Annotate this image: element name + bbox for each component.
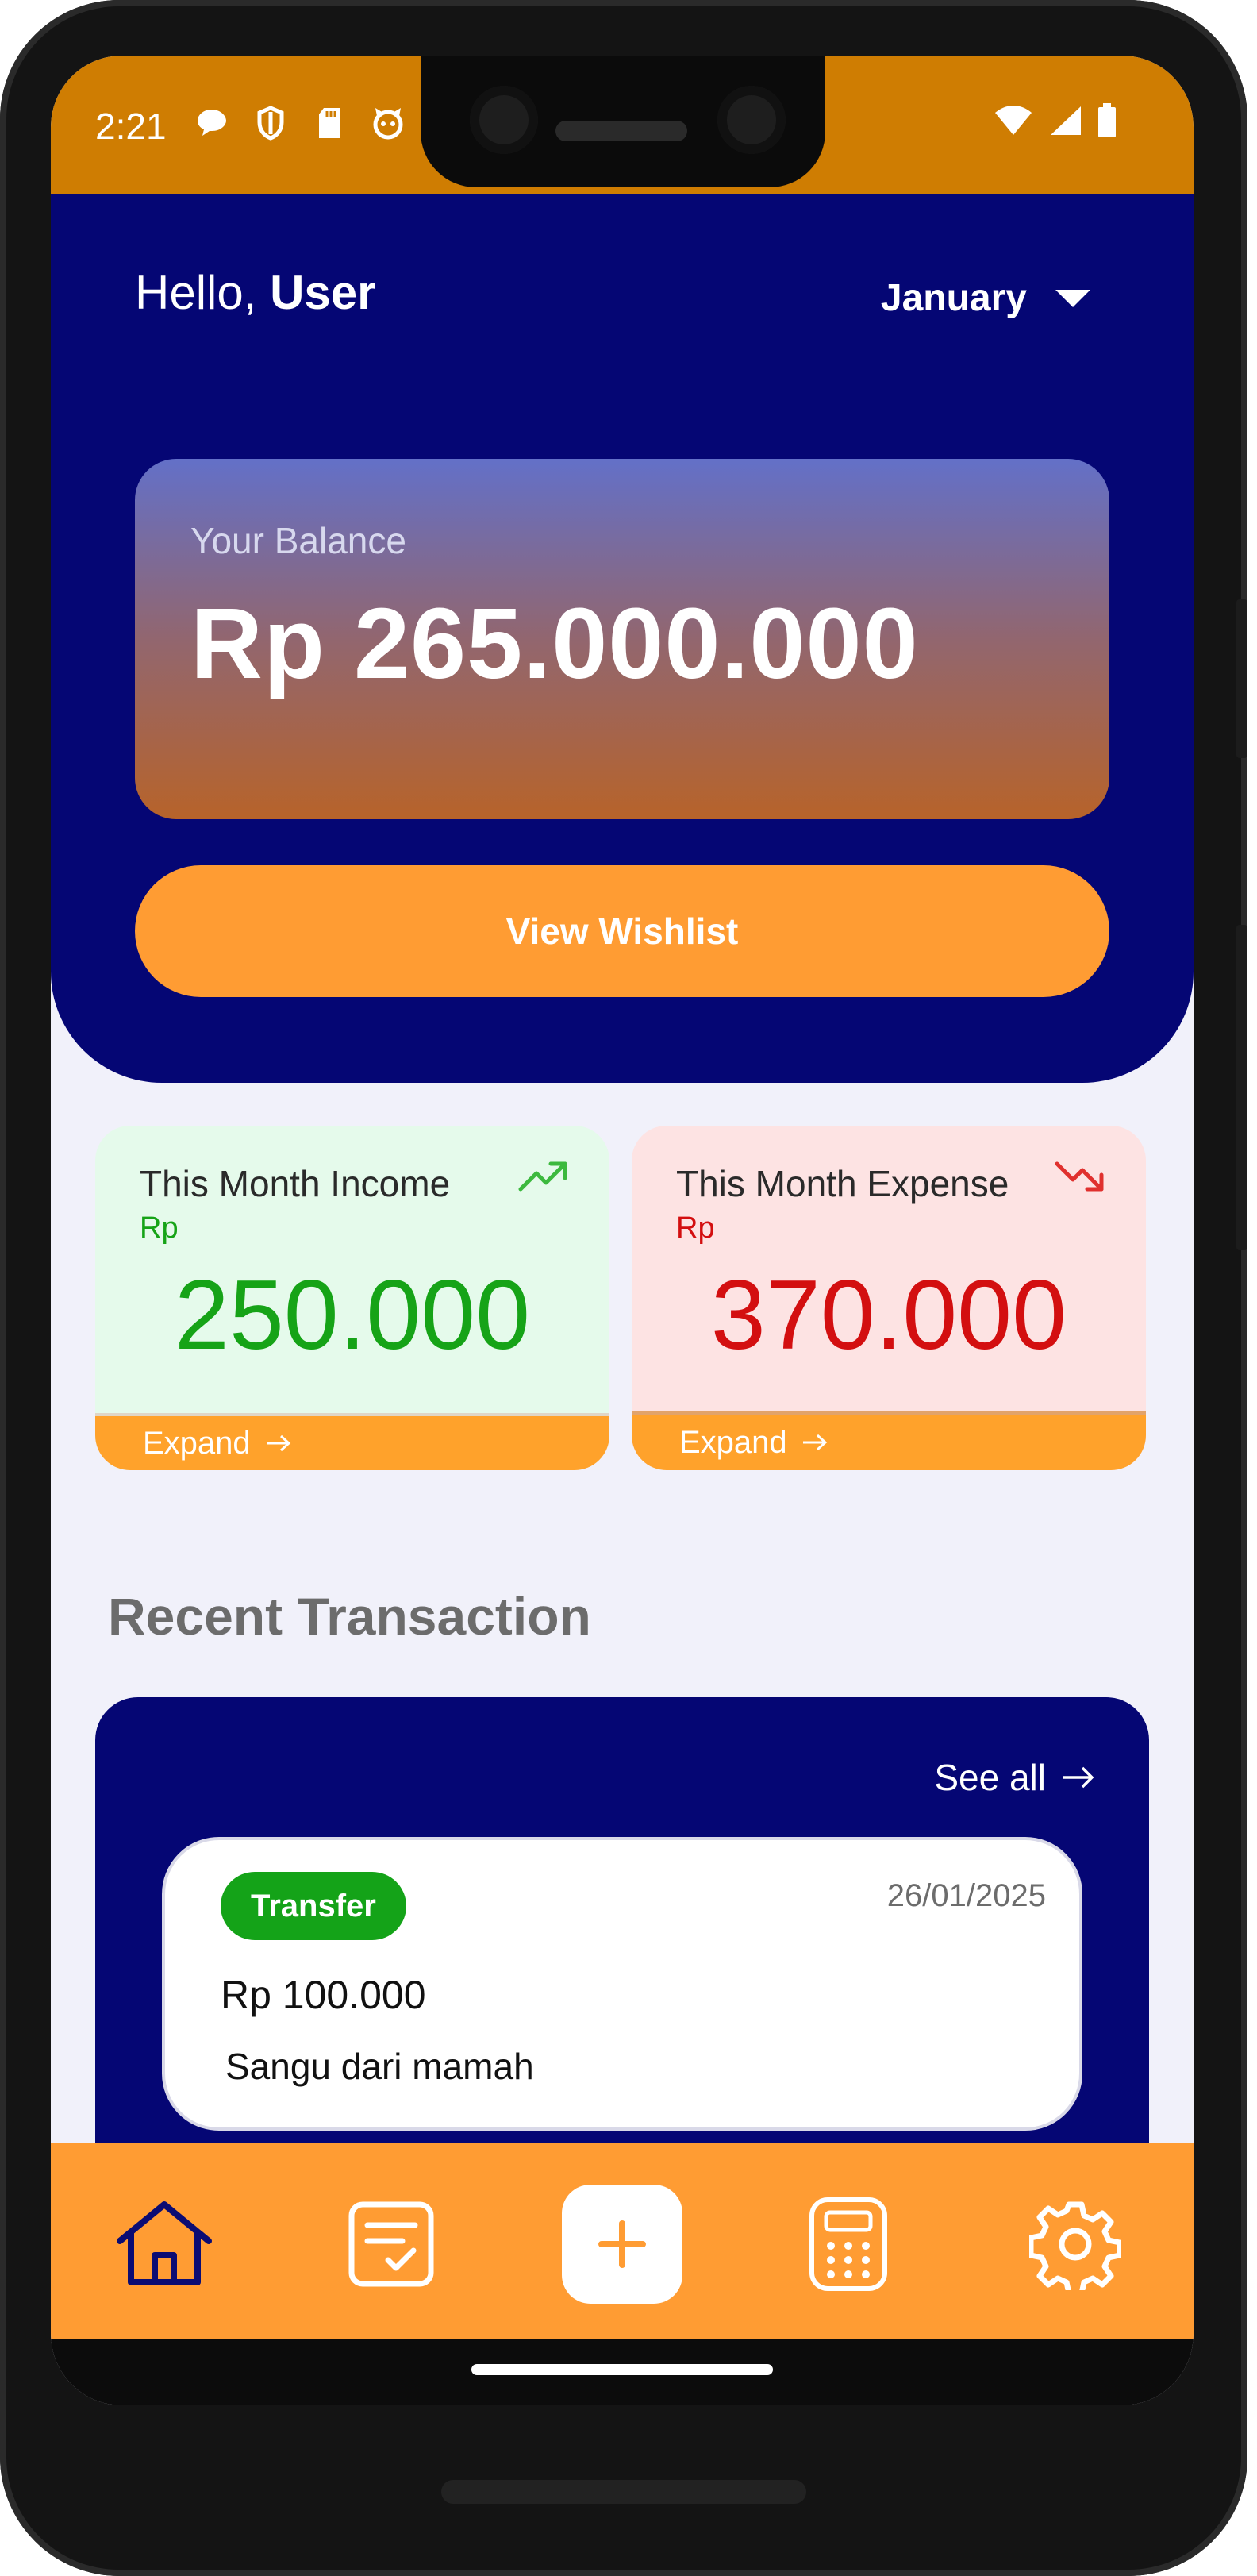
tasks-icon bbox=[348, 2201, 434, 2287]
front-sensor bbox=[717, 86, 786, 154]
calculator-icon bbox=[809, 2197, 887, 2291]
earpiece bbox=[555, 121, 687, 141]
balance-card: Your Balance Rp 265.000.000 bbox=[135, 459, 1109, 819]
arrow-right-icon bbox=[802, 1434, 827, 1451]
transaction-amount: Rp 100.000 bbox=[221, 1973, 426, 2017]
nav-calculator[interactable] bbox=[797, 2193, 900, 2296]
volume-button bbox=[1236, 599, 1247, 758]
expense-currency: Rp bbox=[676, 1211, 715, 1245]
plus-icon bbox=[598, 2220, 646, 2268]
recent-transaction-title: Recent Transaction bbox=[108, 1587, 591, 1646]
power-button bbox=[1236, 925, 1247, 1250]
greeting-prefix: Hello, bbox=[135, 266, 271, 319]
greeting: Hello, User bbox=[135, 265, 376, 320]
expense-expand-button[interactable]: Expand bbox=[632, 1411, 1146, 1470]
settings-icon bbox=[1029, 2201, 1121, 2290]
view-wishlist-button[interactable]: View Wishlist bbox=[135, 865, 1109, 997]
notification-icons bbox=[194, 105, 406, 141]
phone-frame: 2:21 Hello, User January Your Balance Rp… bbox=[0, 0, 1247, 2576]
wifi-icon bbox=[994, 105, 1033, 141]
app-screen: 2:21 Hello, User January Your Balance Rp… bbox=[51, 56, 1194, 2405]
income-expand-button[interactable]: Expand bbox=[95, 1413, 609, 1470]
income-expand-label: Expand bbox=[143, 1425, 251, 1461]
status-time: 2:21 bbox=[95, 106, 167, 147]
month-dropdown[interactable]: January bbox=[881, 276, 1090, 320]
bottom-speaker bbox=[441, 2480, 806, 2504]
chevron-down-icon bbox=[1055, 289, 1090, 307]
system-icons bbox=[994, 103, 1117, 142]
expense-title: This Month Expense bbox=[676, 1163, 1009, 1204]
transaction-date: 26/01/2025 bbox=[886, 1878, 1046, 1913]
camera-notch bbox=[421, 56, 825, 187]
home-gesture-bar[interactable] bbox=[471, 2364, 773, 2375]
balance-value: Rp 265.000.000 bbox=[190, 587, 919, 699]
chat-icon bbox=[194, 105, 230, 141]
transaction-description: Sangu dari mamah bbox=[225, 2046, 534, 2087]
trending-up-icon bbox=[518, 1161, 567, 1192]
income-value: 250.000 bbox=[174, 1261, 531, 1370]
transaction-type-badge: Transfer bbox=[221, 1872, 406, 1940]
expense-value: 370.000 bbox=[710, 1261, 1067, 1370]
battery-icon bbox=[1097, 103, 1117, 142]
nav-home[interactable] bbox=[113, 2193, 216, 2296]
shield-icon bbox=[252, 105, 289, 141]
home-icon bbox=[117, 2201, 212, 2285]
user-name: User bbox=[270, 266, 376, 319]
add-transaction-button[interactable] bbox=[562, 2185, 682, 2304]
nav-settings[interactable] bbox=[1024, 2193, 1127, 2296]
expense-expand-label: Expand bbox=[679, 1424, 787, 1460]
arrow-right-icon bbox=[266, 1434, 290, 1452]
expense-card[interactable]: This Month Expense Rp 370.000 Expand bbox=[632, 1126, 1146, 1470]
nav-tasks[interactable] bbox=[340, 2193, 443, 2296]
income-currency: Rp bbox=[140, 1211, 179, 1245]
month-label: January bbox=[880, 277, 1027, 319]
gesture-area bbox=[51, 2339, 1194, 2405]
income-title: This Month Income bbox=[140, 1163, 451, 1204]
sd-card-icon bbox=[311, 105, 348, 141]
see-all-label: See all bbox=[934, 1757, 1046, 1798]
trending-down-icon bbox=[1055, 1161, 1104, 1192]
income-card[interactable]: This Month Income Rp 250.000 Expand bbox=[95, 1126, 609, 1470]
balance-label: Your Balance bbox=[190, 520, 406, 561]
cat-face-icon bbox=[370, 105, 406, 141]
see-all-link[interactable]: See all bbox=[934, 1756, 1095, 1799]
signal-icon bbox=[1048, 105, 1082, 141]
arrow-right-icon bbox=[1063, 1766, 1094, 1789]
transaction-card[interactable]: Transfer 26/01/2025 Rp 100.000 Sangu dar… bbox=[162, 1837, 1082, 2131]
bottom-navigation bbox=[51, 2143, 1194, 2339]
front-camera bbox=[470, 86, 538, 154]
